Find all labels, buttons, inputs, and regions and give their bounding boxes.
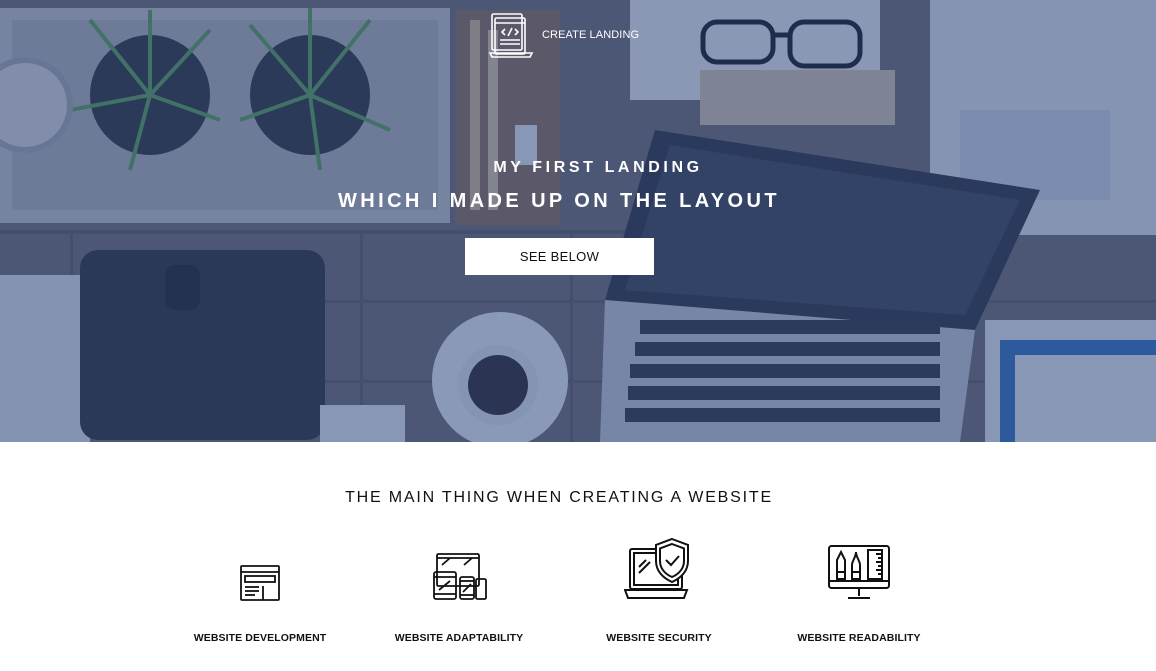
hero-color-overlay [0,0,1156,442]
feature-label: WEBSITE READABILITY [797,632,921,644]
feature-label: WEBSITE DEVELOPMENT [193,632,327,644]
browser-window-icon [240,565,280,601]
feature-website-adaptability: WEBSITE ADAPTABILITY [359,530,559,644]
site-logo[interactable]: CREATE LANDING [487,11,639,59]
see-below-button[interactable]: SEE BELOW [465,238,654,275]
hero-section: CREATE LANDING MY FIRST LANDING WHICH I … [0,0,1156,442]
design-tools-monitor-icon [828,545,890,599]
shield-laptop-icon [624,537,689,599]
code-laptop-icon [488,13,534,58]
logo-text: CREATE LANDING [542,29,640,41]
feature-website-readability: WEBSITE READABILITY [759,530,959,644]
feature-label: WEBSITE SECURITY [606,632,712,644]
responsive-devices-icon [433,553,487,600]
feature-label: WEBSITE ADAPTABILITY [394,632,524,644]
hero-title: MY FIRST LANDING [493,159,703,176]
hero-subtitle: WHICH I MADE UP ON THE LAYOUT [338,190,780,212]
features-heading: THE MAIN THING WHEN CREATING A WEBSITE [345,489,773,506]
feature-website-security: WEBSITE SECURITY [559,530,759,644]
feature-website-development: WEBSITE DEVELOPMENT [160,530,360,644]
